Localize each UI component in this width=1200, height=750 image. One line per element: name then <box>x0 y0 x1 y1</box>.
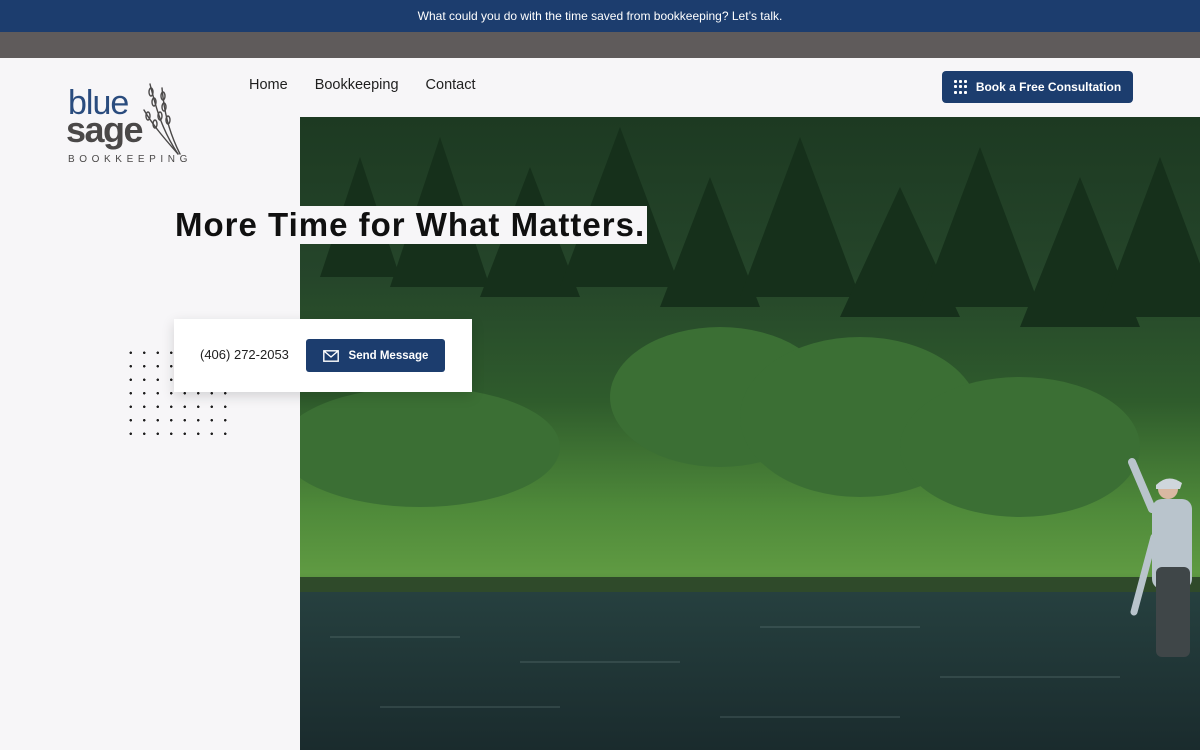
contact-card: (406) 272-2053 Send Message <box>174 319 472 392</box>
send-message-button[interactable]: Send Message <box>306 339 445 372</box>
announcement-text[interactable]: What could you do with the time saved fr… <box>418 9 783 23</box>
envelope-icon <box>322 349 339 362</box>
logo-line-sage: sage <box>66 109 144 150</box>
logo[interactable]: blue sage BOOKKEEPING <box>66 80 206 170</box>
main-nav: Home Bookkeeping Contact <box>249 77 476 93</box>
announcement-bar[interactable]: What could you do with the time saved fr… <box>0 0 1200 32</box>
nav-bookkeeping[interactable]: Bookkeeping <box>315 77 399 93</box>
phone-number[interactable]: (406) 272-2053 <box>200 347 289 362</box>
book-consultation-label: Book a Free Consultation <box>975 80 1122 94</box>
nav-contact[interactable]: Contact <box>426 77 476 93</box>
gray-band <box>0 32 1200 58</box>
book-consultation-button[interactable]: Book a Free Consultation <box>942 71 1133 103</box>
nav-home[interactable]: Home <box>249 77 288 93</box>
sage-sprig-icon <box>143 83 181 155</box>
grid-dots-icon <box>953 80 968 94</box>
hero-headline: More Time for What Matters. <box>173 206 648 244</box>
send-message-label: Send Message <box>348 349 429 362</box>
